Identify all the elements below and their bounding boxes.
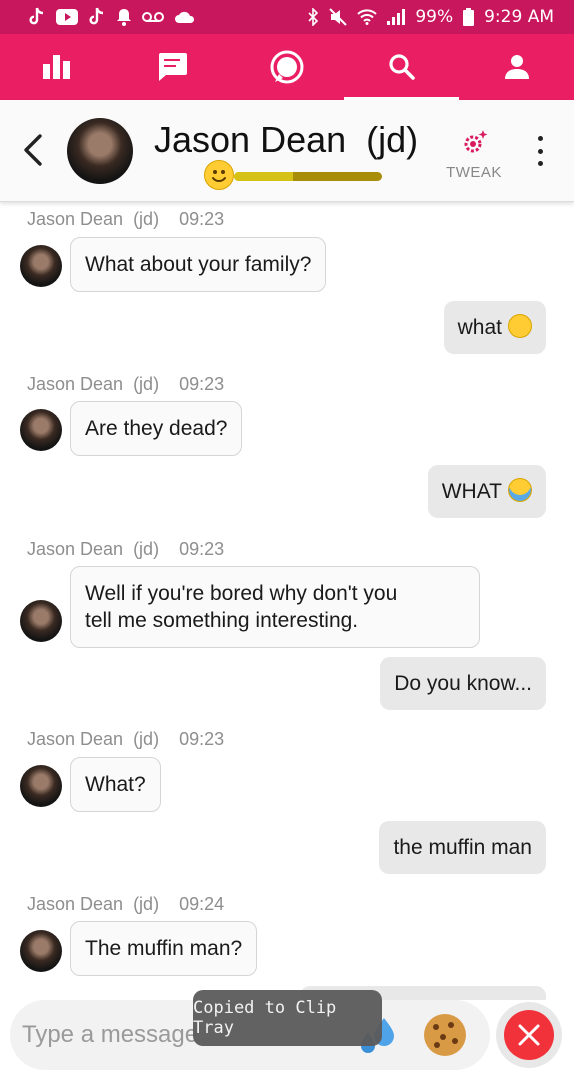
nav-tab-conversations[interactable] bbox=[230, 34, 345, 100]
tweak-button[interactable]: TWEAK bbox=[444, 128, 504, 181]
message-line: tell me something interesting. bbox=[85, 609, 359, 632]
contact-avatar[interactable] bbox=[67, 118, 133, 184]
back-button[interactable] bbox=[20, 130, 46, 174]
incoming-message[interactable]: Are they dead? bbox=[70, 401, 243, 456]
status-right-icons: 99% 9:29 AM bbox=[307, 7, 554, 27]
incoming-message[interactable]: Well if you're bored why don't you tell … bbox=[70, 566, 480, 648]
smiley-face-icon bbox=[212, 170, 226, 182]
sender-avatar[interactable] bbox=[20, 600, 62, 642]
outgoing-message[interactable]: WHAT bbox=[427, 465, 546, 518]
speech-circle-icon bbox=[270, 50, 304, 84]
message-line: Well if you're bored why don't you bbox=[85, 582, 398, 605]
nav-tab-search[interactable] bbox=[344, 34, 459, 100]
tweak-label: TWEAK bbox=[446, 164, 502, 181]
message-sender-time: Jason Dean (jd) 09:23 bbox=[27, 209, 225, 229]
search-icon bbox=[389, 54, 415, 80]
voicemail-icon bbox=[142, 12, 164, 22]
outgoing-message[interactable]: the muffin man bbox=[379, 821, 546, 874]
cookie-button[interactable] bbox=[424, 1014, 466, 1056]
contact-name: Jason Dean (jd) bbox=[154, 119, 419, 160]
clock: 9:29 AM bbox=[484, 7, 554, 27]
bell-icon bbox=[117, 9, 131, 26]
cloud-icon bbox=[175, 11, 195, 23]
message-sender-time: Jason Dean (jd) 09:23 bbox=[27, 539, 225, 559]
worried-face-icon bbox=[508, 314, 532, 338]
signal-icon bbox=[387, 9, 406, 25]
bluetooth-icon bbox=[308, 8, 319, 26]
status-left-icons bbox=[28, 7, 196, 27]
overflow-menu-button[interactable] bbox=[530, 136, 550, 166]
youtube-icon bbox=[56, 9, 78, 25]
cookie-chip bbox=[440, 1034, 446, 1040]
sender-avatar[interactable] bbox=[20, 930, 62, 972]
loudly-crying-face-icon bbox=[508, 478, 532, 502]
dot-icon bbox=[537, 136, 543, 141]
mood-level-bar bbox=[234, 172, 382, 181]
nav-tab-chats[interactable] bbox=[115, 34, 230, 100]
close-icon bbox=[518, 1024, 540, 1046]
person-icon bbox=[504, 55, 529, 79]
outgoing-message[interactable]: Do you know... bbox=[380, 657, 546, 710]
sender-avatar[interactable] bbox=[20, 409, 62, 451]
outgoing-message-text: what bbox=[457, 316, 502, 339]
outgoing-message-text: WHAT bbox=[441, 480, 502, 503]
top-nav-bar bbox=[0, 34, 574, 100]
sender-avatar[interactable] bbox=[20, 765, 62, 807]
mute-icon bbox=[329, 8, 348, 26]
cookie-chip bbox=[452, 1038, 458, 1044]
message-sender-time: Jason Dean (jd) 09:24 bbox=[27, 894, 225, 914]
dot-icon bbox=[537, 161, 543, 166]
nav-tab-stats[interactable] bbox=[0, 34, 115, 100]
wifi-icon bbox=[357, 9, 378, 25]
close-button-inner bbox=[504, 1010, 554, 1060]
outgoing-message[interactable]: what bbox=[443, 301, 546, 354]
dot-icon bbox=[537, 148, 543, 154]
chat-bubble-icon bbox=[159, 53, 188, 81]
message-sender-time: Jason Dean (jd) 09:23 bbox=[27, 729, 225, 749]
mood-emoji-icon bbox=[204, 160, 234, 190]
battery-percent: 99% bbox=[415, 7, 454, 27]
toast-notification: Copied to Clip Tray bbox=[193, 990, 382, 1046]
message-sender-time: Jason Dean (jd) 09:23 bbox=[27, 374, 225, 394]
nav-tab-profile[interactable] bbox=[459, 34, 574, 100]
mood-level-fill bbox=[234, 172, 294, 181]
incoming-message[interactable]: What about your family? bbox=[70, 237, 327, 292]
cookie-chip bbox=[433, 1024, 439, 1030]
incoming-message[interactable]: What? bbox=[70, 757, 161, 812]
status-bar: 99% 9:29 AM bbox=[0, 0, 574, 34]
chevron-left-icon bbox=[24, 134, 42, 166]
bar-chart-icon bbox=[43, 55, 71, 79]
battery-icon bbox=[463, 8, 475, 26]
gear-sparkle-icon bbox=[464, 130, 488, 153]
tiktok-icon bbox=[29, 7, 44, 25]
tiktok-icon bbox=[89, 7, 104, 25]
sender-avatar[interactable] bbox=[20, 245, 62, 287]
cookie-chip bbox=[434, 1042, 440, 1048]
incoming-message[interactable]: The muffin man? bbox=[70, 921, 258, 976]
close-button[interactable] bbox=[496, 1002, 562, 1068]
cookie-chip bbox=[448, 1022, 454, 1028]
